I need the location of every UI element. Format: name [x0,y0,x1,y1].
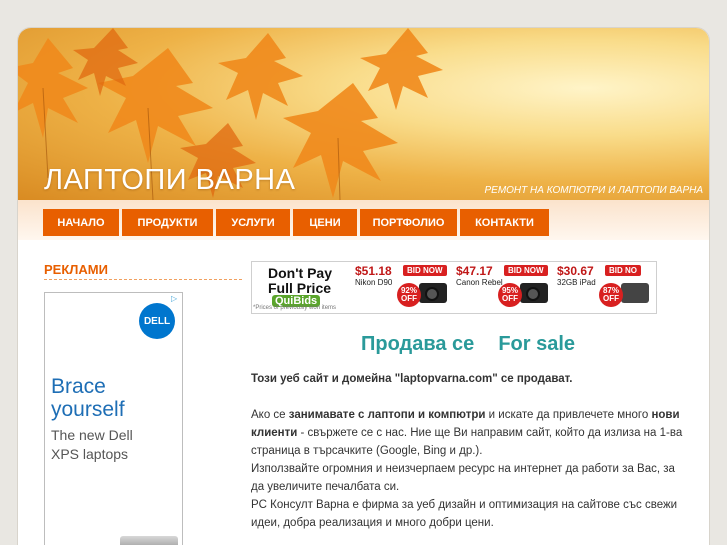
nav-item-products[interactable]: ПРОДУКТИ [122,209,213,236]
main-nav: НАЧАЛО ПРОДУКТИ УСЛУГИ ЦЕНИ ПОРТФОЛИО КО… [43,209,552,236]
main-content: Този уеб сайт и домейна "laptopvarna.com… [251,370,691,532]
banner-line-2: Full Price [268,280,332,296]
camera-lens [425,287,439,301]
bid-now-button[interactable]: BID NO [605,265,641,276]
sale-intro: Този уеб сайт и домейна "laptopvarna.com… [251,373,573,385]
site-tagline: РЕМОНТ НА КОМПЮТРИ И ЛАПТОПИ ВАРНА [484,185,703,196]
ad-headline-line-2: yourself [51,398,125,421]
for-sale-en: For sale [498,333,576,355]
ad-headline: Brace yourself [51,375,125,421]
nav-item-services[interactable]: УСЛУГИ [216,209,290,236]
ad-subline-line-2: XPS laptops [51,446,129,462]
product-name: Nikon D90 [355,278,393,287]
sidebar-divider [44,279,242,280]
pitch-text: - свържете се с нас. Ние ще Ви направим … [251,427,683,457]
banner-product[interactable]: $47.17 Canon Rebel BID NOW 95% OFF [454,263,554,313]
nav-item-portfolio[interactable]: ПОРТФОЛИО [360,209,457,236]
bid-now-button[interactable]: BID NOW [504,265,548,276]
pitch-paragraph: Ако се занимавате с лаптопи и компютри и… [251,406,691,460]
ad-subline-line-1: The new Dell [51,427,133,443]
quibids-banner[interactable]: Don't Pay Full Price QuiBids *Prices of … [251,261,657,314]
site-title[interactable]: ЛАПТОПИ ВАРНА [44,164,295,197]
pitch-text: и искате да привлечете много [485,409,652,421]
ad-subline: The new Dell XPS laptops [51,426,133,464]
banner-product[interactable]: $51.18 Nikon D90 BID NOW 92% OFF [353,263,453,313]
ad-headline-line-1: Brace [51,375,106,398]
discount-badge: 95% OFF [498,283,522,307]
pitch-emphasis: занимавате с лаптопи и компютри [288,409,486,421]
bid-now-button[interactable]: BID NOW [403,265,447,276]
quibids-pitch: Don't Pay Full Price QuiBids *Prices of … [252,262,352,313]
sidebar-title: РЕКЛАМИ [44,262,108,277]
nav-item-prices[interactable]: ЦЕНИ [293,209,357,236]
dell-ad[interactable]: ▷ DELL Brace yourself The new Dell XPS l… [44,292,183,545]
nav-item-home[interactable]: НАЧАЛО [43,209,119,236]
for-sale-heading: Продава се For sale [251,333,685,356]
resource-paragraph: Използвайте огромния и неизчерпаем ресур… [251,463,675,493]
page-container: ЛАПТОПИ ВАРНА РЕМОНТ НА КОМПЮТРИ И ЛАПТО… [17,27,710,545]
discount-badge: 92% OFF [397,283,421,307]
pitch-text: Ако се [251,409,289,421]
product-name: 32GB iPad [557,278,596,287]
nav-item-contacts[interactable]: КОНТАКТИ [460,209,549,236]
company-paragraph: PC Консулт Варна е фирма за уеб дизайн и… [251,499,678,529]
banner-line-1: Don't Pay [268,265,333,281]
product-price: $30.67 [557,264,594,278]
ad-choices-icon[interactable]: ▷ [171,294,180,303]
header-banner: ЛАПТОПИ ВАРНА РЕМОНТ НА КОМПЮТРИ И ЛАПТО… [18,28,709,200]
product-name: Canon Rebel [456,278,503,287]
laptop-image [120,536,178,545]
camera-lens [526,287,540,301]
product-price: $51.18 [355,264,392,278]
banner-fine-print: *Prices of previously won items [253,305,337,311]
dell-logo: DELL [139,303,175,339]
discount-badge: 87% OFF [599,283,623,307]
for-sale-bg: Продава се [360,333,475,355]
tablet-image [621,283,649,303]
product-price: $47.17 [456,264,493,278]
banner-product[interactable]: $30.67 32GB iPad BID NO 87% OFF [555,263,655,313]
